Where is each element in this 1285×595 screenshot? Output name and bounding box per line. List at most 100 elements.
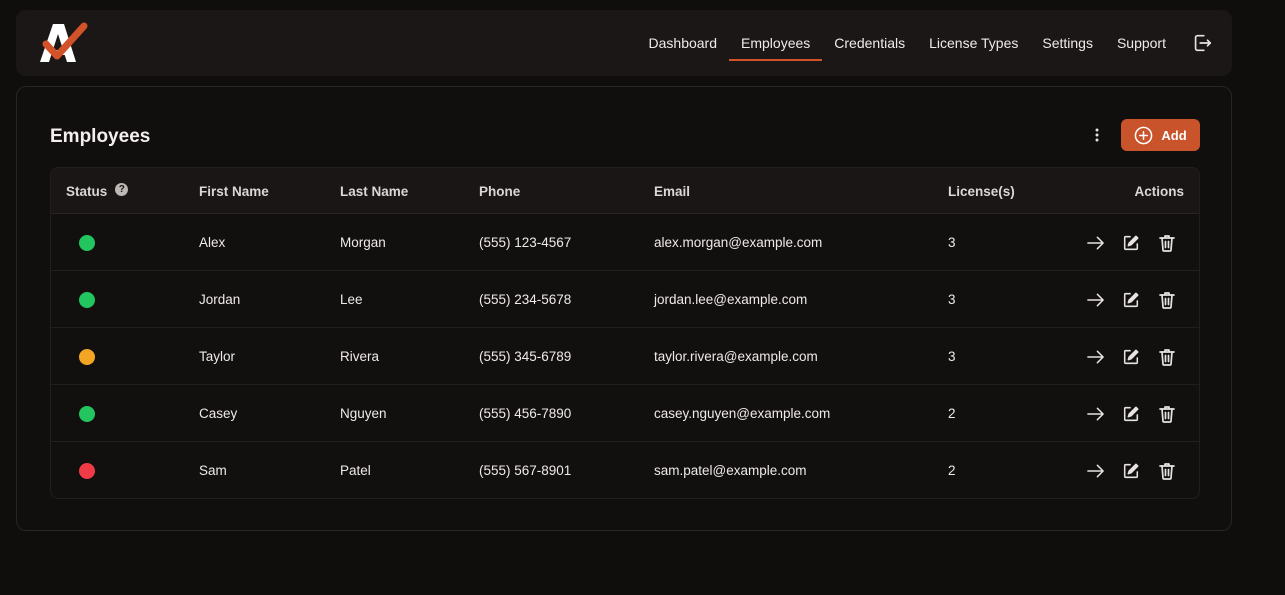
row-actions <box>1085 442 1177 498</box>
plus-circle-icon <box>1135 126 1153 144</box>
status-indicator <box>79 291 95 308</box>
last-name-cell: Rivera <box>340 349 380 364</box>
licenses-cell: 3 <box>948 349 956 364</box>
last-name-cell: Patel <box>340 463 371 478</box>
status-cell <box>79 442 95 498</box>
edit-icon <box>1123 462 1139 478</box>
trash-icon <box>1159 234 1175 252</box>
top-navigation-bar: Dashboard Employees Credentials License … <box>16 10 1232 76</box>
employees-table: Status ? First Name Last Name Phone Emai… <box>50 167 1200 499</box>
trash-icon <box>1159 462 1175 480</box>
nav-dashboard-label: Dashboard <box>648 35 718 51</box>
edit-button[interactable] <box>1121 404 1141 424</box>
status-indicator <box>79 348 95 365</box>
main-nav: Dashboard Employees Credentials License … <box>637 10 1220 76</box>
edit-icon <box>1123 234 1139 250</box>
delete-button[interactable] <box>1157 461 1177 481</box>
email-cell: taylor.rivera@example.com <box>654 349 818 364</box>
phone-cell: (555) 123-4567 <box>479 235 572 250</box>
row-actions <box>1085 385 1177 442</box>
add-employee-button[interactable]: Add <box>1121 119 1200 151</box>
phone-cell: (555) 234-5678 <box>479 292 572 307</box>
edit-button[interactable] <box>1121 290 1141 310</box>
kebab-menu-icon <box>1095 128 1099 142</box>
header-status-label: Status <box>66 183 108 199</box>
page-title: Employees <box>50 126 151 147</box>
view-button[interactable] <box>1085 347 1105 367</box>
table-row: Jordan Lee (555) 234-5678 jordan.lee@exa… <box>51 271 1199 328</box>
view-button[interactable] <box>1085 461 1105 481</box>
first-name-cell: Jordan <box>199 292 241 307</box>
view-button[interactable] <box>1085 290 1105 310</box>
email-cell: casey.nguyen@example.com <box>654 406 831 421</box>
row-actions <box>1085 271 1177 328</box>
logo[interactable] <box>36 20 88 66</box>
arrow-right-icon <box>1086 350 1104 363</box>
nav-credentials[interactable]: Credentials <box>822 10 917 76</box>
row-actions <box>1085 328 1177 385</box>
nav-settings[interactable]: Settings <box>1030 10 1105 76</box>
email-cell: jordan.lee@example.com <box>654 292 808 307</box>
edit-button[interactable] <box>1121 461 1141 481</box>
status-indicator <box>79 405 95 422</box>
nav-employees-label: Employees <box>741 35 811 51</box>
licenses-cell: 3 <box>948 292 956 307</box>
status-cell <box>79 214 95 271</box>
view-button[interactable] <box>1085 404 1105 424</box>
delete-button[interactable] <box>1157 347 1177 367</box>
arrow-right-icon <box>1086 236 1104 249</box>
help-icon[interactable]: ? <box>115 182 129 196</box>
nav-dashboard[interactable]: Dashboard <box>637 10 730 76</box>
nav-license-types-label: License Types <box>929 35 1019 51</box>
table-header: Status ? First Name Last Name Phone Emai… <box>51 168 1199 214</box>
edit-icon <box>1123 405 1139 421</box>
table-row: Casey Nguyen (555) 456-7890 casey.nguyen… <box>51 385 1199 442</box>
edit-button[interactable] <box>1121 347 1141 367</box>
delete-button[interactable] <box>1157 233 1177 253</box>
header-first-name[interactable]: First Name <box>199 168 269 214</box>
last-name-cell: Nguyen <box>340 406 387 421</box>
nav-credentials-label: Credentials <box>834 35 906 51</box>
table-row: Taylor Rivera (555) 345-6789 taylor.rive… <box>51 328 1199 385</box>
first-name-cell: Sam <box>199 463 227 478</box>
delete-button[interactable] <box>1157 404 1177 424</box>
nav-license-types[interactable]: License Types <box>917 10 1030 76</box>
edit-button[interactable] <box>1121 233 1141 253</box>
employees-card: Employees Add Status ? First Name Last N… <box>16 86 1232 531</box>
status-indicator <box>79 462 95 479</box>
nav-employees[interactable]: Employees <box>729 10 823 76</box>
add-button-label: Add <box>1161 127 1187 143</box>
last-name-cell: Morgan <box>340 235 386 250</box>
table-row: Sam Patel (555) 567-8901 sam.patel@examp… <box>51 442 1199 498</box>
phone-cell: (555) 567-8901 <box>479 463 572 478</box>
first-name-cell: Taylor <box>199 349 236 364</box>
email-cell: alex.morgan@example.com <box>654 235 823 250</box>
logout-button[interactable] <box>1184 10 1220 76</box>
phone-cell: (555) 456-7890 <box>479 406 572 421</box>
licenses-cell: 2 <box>948 406 956 421</box>
more-options-button[interactable] <box>1087 125 1107 145</box>
licenses-cell: 2 <box>948 463 956 478</box>
view-button[interactable] <box>1085 233 1105 253</box>
row-actions <box>1085 214 1177 271</box>
header-status[interactable]: Status ? <box>66 168 129 214</box>
header-email[interactable]: Email <box>654 168 690 214</box>
nav-settings-label: Settings <box>1042 35 1093 51</box>
edit-icon <box>1123 348 1139 364</box>
nav-support[interactable]: Support <box>1105 10 1178 76</box>
delete-button[interactable] <box>1157 290 1177 310</box>
first-name-cell: Casey <box>199 406 238 421</box>
header-phone[interactable]: Phone <box>479 168 520 214</box>
licenses-cell: 3 <box>948 235 956 250</box>
header-last-name[interactable]: Last Name <box>340 168 408 214</box>
trash-icon <box>1159 405 1175 423</box>
phone-cell: (555) 345-6789 <box>479 349 572 364</box>
status-cell <box>79 328 95 385</box>
arrow-right-icon <box>1086 464 1104 477</box>
first-name-cell: Alex <box>199 235 226 250</box>
edit-icon <box>1123 291 1139 307</box>
arrow-right-icon <box>1086 293 1104 306</box>
header-actions: Actions <box>1134 183 1184 199</box>
trash-icon <box>1159 348 1175 366</box>
header-licenses[interactable]: License(s) <box>948 168 1015 214</box>
